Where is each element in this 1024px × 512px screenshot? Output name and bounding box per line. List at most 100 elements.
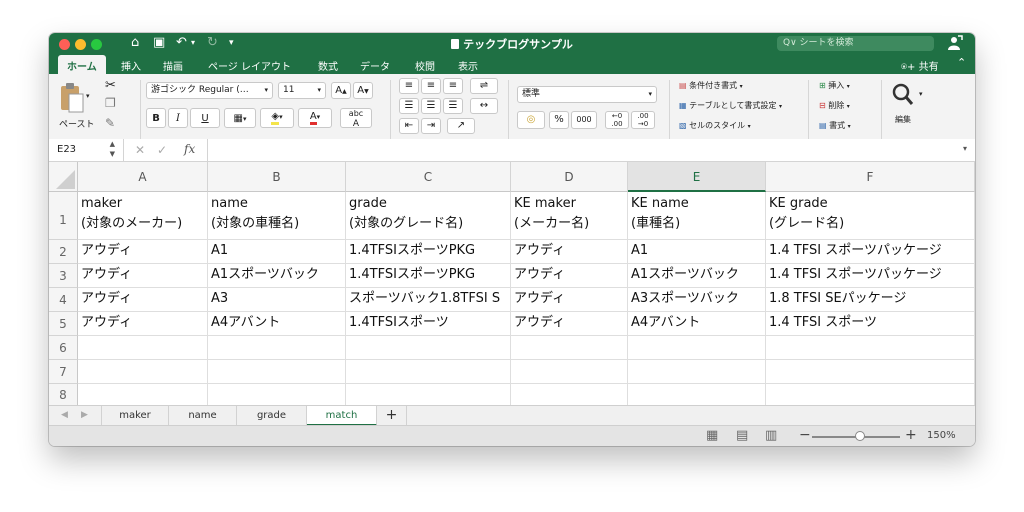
cell-c7[interactable] <box>346 360 511 384</box>
add-sheet-button[interactable]: + <box>377 406 407 426</box>
row-header-6[interactable]: 6 <box>49 336 78 360</box>
cell-b5[interactable]: A4アバント <box>208 312 346 336</box>
cell-c2[interactable]: 1.4TFSIスポーツPKG <box>346 240 511 264</box>
cell-c4[interactable]: スポーツバック1.8TFSI S <box>346 288 511 312</box>
row-header-1[interactable]: 1 <box>49 192 78 240</box>
row-header-4[interactable]: 4 <box>49 288 78 312</box>
cell-b6[interactable] <box>208 336 346 360</box>
cell-a1[interactable]: maker (対象のメーカー) <box>78 192 208 240</box>
normal-view-icon[interactable]: ▦ <box>706 428 718 443</box>
italic-button[interactable]: I <box>168 108 188 128</box>
percent-button[interactable]: % <box>549 111 569 129</box>
row-header-3[interactable]: 3 <box>49 264 78 288</box>
row-header-8[interactable]: 8 <box>49 384 78 407</box>
align-right-button[interactable]: ☰ <box>443 98 463 114</box>
tab-draw[interactable]: 描画 <box>163 58 183 73</box>
cell-a8[interactable] <box>78 384 208 407</box>
cell-e5[interactable]: A4アバント <box>628 312 766 336</box>
cell-styles-button[interactable]: ▧ セルのスタイル ▾ <box>679 120 751 131</box>
borders-button[interactable]: ▦▾ <box>224 108 256 128</box>
name-box-stepper-icon[interactable]: ▲ ▼ <box>110 139 115 159</box>
cell-e6[interactable] <box>628 336 766 360</box>
shrink-font-button[interactable]: A▼ <box>353 82 373 99</box>
cell-f3[interactable]: 1.4 TFSI スポーツパッケージ <box>766 264 975 288</box>
cell-e4[interactable]: A3スポーツバック <box>628 288 766 312</box>
cell-e7[interactable] <box>628 360 766 384</box>
font-color-button[interactable]: A▾ <box>298 108 332 128</box>
align-top-button[interactable]: ≡ <box>399 78 419 94</box>
tab-data[interactable]: データ <box>360 58 390 73</box>
paste-icon[interactable] <box>59 82 85 114</box>
sheet-tab-grade[interactable]: grade <box>237 406 307 426</box>
cell-c5[interactable]: 1.4TFSIスポーツ <box>346 312 511 336</box>
sheet-search-input[interactable]: Q∨ シートを検索 <box>777 36 934 51</box>
cell-e1[interactable]: KE name (車種名) <box>628 192 766 240</box>
cell-d1[interactable]: KE maker (メーカー名) <box>511 192 628 240</box>
format-as-table-button[interactable]: ▦ テーブルとして書式設定 ▾ <box>679 100 782 111</box>
cell-d3[interactable]: アウディ <box>511 264 628 288</box>
cell-f4[interactable]: 1.8 TFSI SEパッケージ <box>766 288 975 312</box>
edit-dropdown-icon[interactable]: ▾ <box>919 90 923 98</box>
cell-a3[interactable]: アウディ <box>78 264 208 288</box>
select-all-corner[interactable] <box>49 162 78 192</box>
expand-formula-bar-icon[interactable]: ▾ <box>963 144 967 153</box>
grow-font-button[interactable]: A▲ <box>331 82 351 99</box>
wrap-text-button[interactable]: ⇌ <box>470 78 498 94</box>
cell-a5[interactable]: アウディ <box>78 312 208 336</box>
page-layout-view-icon[interactable]: ▤ <box>736 428 748 443</box>
column-header-d[interactable]: D <box>511 162 628 192</box>
sheet-tab-name[interactable]: name <box>169 406 237 426</box>
share-button[interactable]: ⍟+ 共有 <box>901 58 939 73</box>
cell-b2[interactable]: A1 <box>208 240 346 264</box>
comma-style-button[interactable]: 000 <box>571 111 597 129</box>
cell-e3[interactable]: A1スポーツバック <box>628 264 766 288</box>
align-center-button[interactable]: ☰ <box>421 98 441 114</box>
bold-button[interactable]: B <box>146 108 166 128</box>
decrease-decimal-button[interactable]: .00 →0 <box>631 111 655 129</box>
cut-icon[interactable]: ✂ <box>105 78 116 93</box>
cell-e8[interactable] <box>628 384 766 407</box>
cancel-icon[interactable]: ✕ <box>135 143 145 157</box>
cell-b7[interactable] <box>208 360 346 384</box>
column-header-e[interactable]: E <box>628 162 766 192</box>
cell-a2[interactable]: アウディ <box>78 240 208 264</box>
conditional-format-button[interactable]: ▤ 条件付き書式 ▾ <box>679 80 743 91</box>
name-box[interactable]: E23 ▲ ▼ <box>49 139 124 161</box>
align-middle-button[interactable]: ≡ <box>421 78 441 94</box>
scroll-tabs-right-icon[interactable]: ▶ <box>81 410 88 420</box>
share-person-icon[interactable] <box>947 35 963 51</box>
tab-insert[interactable]: 挿入 <box>121 58 141 73</box>
search-icon[interactable] <box>891 82 915 108</box>
column-header-c[interactable]: C <box>346 162 511 192</box>
cell-f5[interactable]: 1.4 TFSI スポーツ <box>766 312 975 336</box>
cell-c6[interactable] <box>346 336 511 360</box>
merge-center-button[interactable]: ↔ <box>470 98 498 114</box>
zoom-in-icon[interactable]: + <box>905 427 917 443</box>
scroll-tabs-left-icon[interactable]: ◀ <box>61 410 68 420</box>
column-header-b[interactable]: B <box>208 162 346 192</box>
underline-button[interactable]: U <box>190 108 220 128</box>
format-cells-button[interactable]: ▤ 書式 ▾ <box>819 120 851 131</box>
currency-button[interactable]: ◎ <box>517 111 545 129</box>
cell-b3[interactable]: A1スポーツバック <box>208 264 346 288</box>
insert-function-icon[interactable]: fx <box>184 142 195 156</box>
tab-view[interactable]: 表示 <box>458 58 478 73</box>
sheet-tab-match[interactable]: match <box>307 406 377 426</box>
zoom-slider-thumb[interactable] <box>855 431 865 441</box>
cell-f6[interactable] <box>766 336 975 360</box>
cell-d6[interactable] <box>511 336 628 360</box>
format-painter-icon[interactable]: ✎ <box>105 116 115 130</box>
cell-d4[interactable]: アウディ <box>511 288 628 312</box>
cell-b4[interactable]: A3 <box>208 288 346 312</box>
cell-d8[interactable] <box>511 384 628 407</box>
phonetic-button[interactable]: abc A <box>340 108 372 129</box>
tab-home[interactable]: ホーム <box>58 55 106 74</box>
page-break-view-icon[interactable]: ▥ <box>765 428 777 443</box>
cell-f8[interactable] <box>766 384 975 407</box>
collapse-ribbon-icon[interactable]: ⌃ <box>957 56 966 69</box>
fill-color-button[interactable]: ◈▾ <box>260 108 294 128</box>
row-header-2[interactable]: 2 <box>49 240 78 264</box>
enter-icon[interactable]: ✓ <box>157 143 167 157</box>
font-size-select[interactable]: 11 ▾ <box>278 82 326 99</box>
cell-a6[interactable] <box>78 336 208 360</box>
